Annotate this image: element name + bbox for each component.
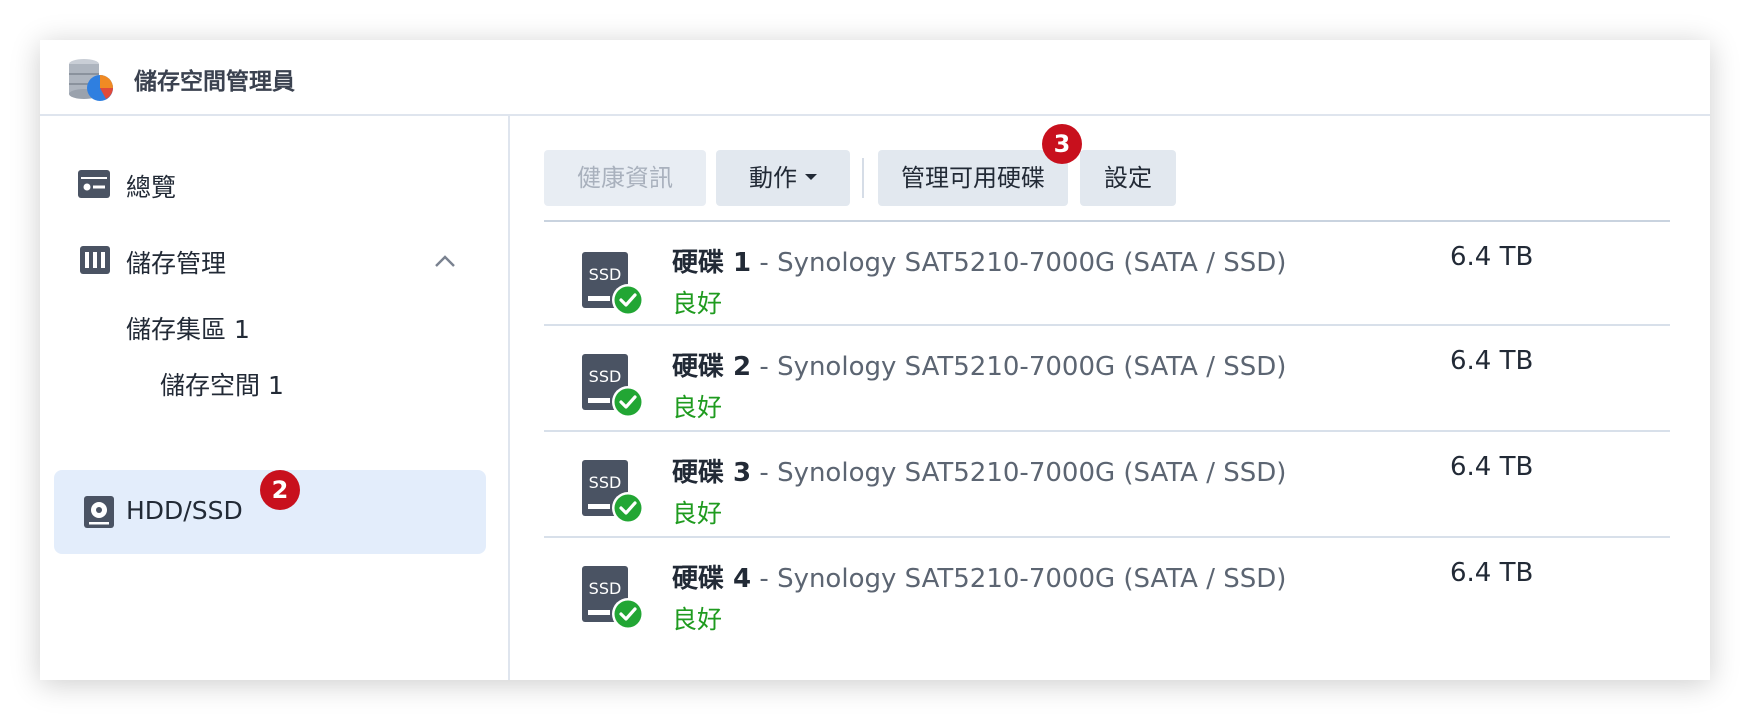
storage-rack-icon — [80, 246, 110, 274]
disk-size: 6.4 TB — [1450, 346, 1534, 376]
sidebar-item-hdd-ssd[interactable]: HDD/SSD 2 — [54, 470, 486, 554]
title-bar: 儲存空間管理員 — [40, 40, 1710, 116]
sidebar-item-label: 總覽 — [126, 173, 177, 202]
chevron-up-icon[interactable] — [434, 254, 456, 268]
disk-size: 6.4 TB — [1450, 242, 1534, 272]
sidebar-item-label: HDD/SSD — [126, 496, 243, 525]
disk-name: 硬碟 3 - Synology SAT5210-7000G (SATA / SS… — [672, 452, 1286, 489]
ssd-label: SSD — [589, 473, 622, 492]
disk-name: 硬碟 4 - Synology SAT5210-7000G (SATA / SS… — [672, 558, 1286, 595]
sidebar-item-label: 儲存空間 1 — [160, 371, 284, 400]
list-item[interactable]: SSD 硬碟 4 - Synology SAT5210-7000G (SATA … — [544, 536, 1670, 642]
disk-label: 硬碟 1 — [672, 248, 752, 278]
disk-status: 良好 — [672, 499, 723, 528]
manage-available-drives-button[interactable]: 管理可用硬碟 — [878, 150, 1068, 206]
disk-name: 硬碟 2 - Synology SAT5210-7000G (SATA / SS… — [672, 346, 1286, 383]
ssd-icon: SSD — [582, 566, 644, 630]
ssd-label: SSD — [589, 367, 622, 386]
sidebar-item-label: 儲存管理 — [126, 249, 227, 278]
storage-manager-icon — [69, 59, 113, 101]
disk-size: 6.4 TB — [1450, 558, 1534, 588]
disk-model: - Synology SAT5210-7000G (SATA / SSD) — [751, 564, 1287, 594]
disk-status: 良好 — [672, 393, 723, 422]
ssd-icon: SSD — [582, 354, 644, 418]
disk-model: - Synology SAT5210-7000G (SATA / SSD) — [751, 248, 1287, 278]
ssd-icon: SSD — [582, 252, 644, 316]
health-info-button[interactable]: 健康資訊 — [544, 150, 706, 206]
action-dropdown-button[interactable]: 動作 — [716, 150, 850, 206]
disk-size: 6.4 TB — [1450, 452, 1534, 482]
disk-model: - Synology SAT5210-7000G (SATA / SSD) — [751, 458, 1287, 488]
overview-card-icon — [78, 170, 110, 198]
disk-model: - Synology SAT5210-7000G (SATA / SSD) — [751, 352, 1287, 382]
app-title: 儲存空間管理員 — [134, 69, 295, 95]
disk-label: 硬碟 3 — [672, 458, 752, 488]
sidebar: 總覽 儲存管理 儲存集區 1 儲存空間 1 HDD/SSD 2 — [40, 116, 510, 680]
disk-label: 硬碟 4 — [672, 564, 752, 594]
disk-status: 良好 — [672, 289, 723, 318]
ssd-label: SSD — [589, 265, 622, 284]
list-item[interactable]: SSD 硬碟 2 - Synology SAT5210-7000G (SATA … — [544, 324, 1670, 430]
disk-status: 良好 — [672, 605, 723, 634]
storage-manager-window: 儲存空間管理員 總覽 儲存管理 儲存集區 1 儲存空間 1 HDD/SSD 2 … — [40, 40, 1710, 680]
disk-name: 硬碟 1 - Synology SAT5210-7000G (SATA / SS… — [672, 242, 1286, 279]
list-item[interactable]: SSD 硬碟 3 - Synology SAT5210-7000G (SATA … — [544, 430, 1670, 536]
step-badge-2: 2 — [260, 470, 300, 510]
sidebar-item-storage[interactable]: 儲存管理 — [40, 232, 510, 288]
action-button-label: 動作 — [749, 164, 797, 192]
list-item[interactable]: SSD 硬碟 1 - Synology SAT5210-7000G (SATA … — [544, 220, 1670, 338]
disk-list: SSD 硬碟 1 - Synology SAT5210-7000G (SATA … — [544, 220, 1710, 680]
disk-label: 硬碟 2 — [672, 352, 752, 382]
ssd-icon: SSD — [582, 460, 644, 524]
toolbar-separator — [862, 158, 864, 198]
sidebar-item-overview[interactable]: 總覽 — [40, 156, 510, 212]
caret-down-icon — [805, 174, 817, 180]
settings-button[interactable]: 設定 — [1080, 150, 1176, 206]
ssd-label: SSD — [589, 579, 622, 598]
step-badge-3: 3 — [1042, 124, 1082, 164]
hdd-icon — [84, 496, 114, 528]
sidebar-item-label: 儲存集區 1 — [126, 315, 250, 344]
